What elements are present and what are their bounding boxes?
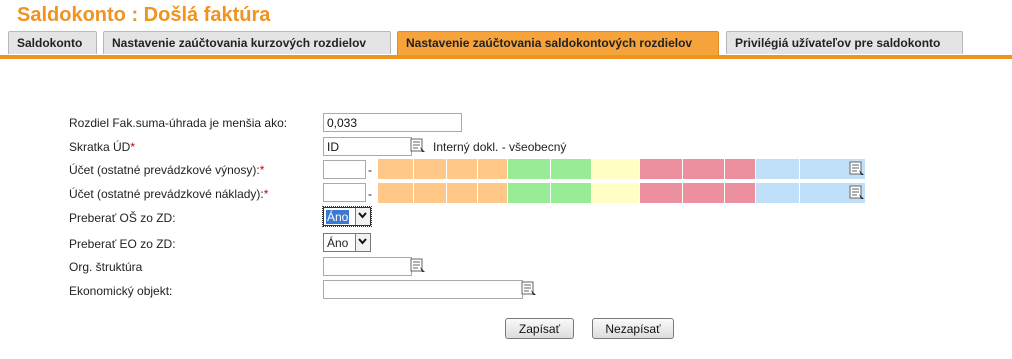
save-button[interactable]: Zapísať bbox=[505, 318, 574, 339]
lookup-icon[interactable] bbox=[410, 258, 426, 274]
acc-expense-segments bbox=[378, 183, 866, 203]
eko-object-input[interactable] bbox=[323, 280, 523, 299]
os-select-value: Áno bbox=[326, 210, 350, 224]
tab-underline bbox=[0, 55, 1012, 59]
eko-label: Ekonomický objekt: bbox=[69, 284, 173, 298]
eo-select[interactable]: Áno bbox=[323, 233, 371, 252]
segment-orange[interactable] bbox=[447, 159, 478, 179]
acc-expense-label: Účet (ostatné prevádzkové náklady):* bbox=[69, 187, 269, 201]
tab-saldokontove-rozdiely[interactable]: Nastavenie zaúčtovania saldokontových ro… bbox=[397, 31, 719, 56]
chevron-down-icon[interactable] bbox=[355, 234, 370, 251]
acc-income-prefix-input[interactable] bbox=[323, 160, 366, 179]
segment-yellow[interactable] bbox=[592, 159, 640, 179]
lookup-icon[interactable] bbox=[849, 185, 865, 201]
segment-orange[interactable] bbox=[478, 159, 508, 179]
lookup-icon[interactable] bbox=[521, 281, 537, 297]
os-select[interactable]: Áno bbox=[322, 206, 372, 227]
segment-pink[interactable] bbox=[640, 159, 683, 179]
dash-separator: - bbox=[368, 163, 372, 177]
segment-orange[interactable] bbox=[414, 183, 447, 203]
acc-expense-prefix-input[interactable] bbox=[323, 183, 366, 202]
tab-saldokonto[interactable]: Saldokonto bbox=[8, 31, 97, 54]
chevron-down-icon[interactable] bbox=[355, 208, 370, 225]
required-mark: * bbox=[259, 163, 265, 177]
segment-yellow[interactable] bbox=[592, 183, 640, 203]
segment-pink[interactable] bbox=[725, 159, 756, 179]
doc-label: Skratka ÚD* bbox=[69, 140, 136, 154]
dash-separator: - bbox=[368, 187, 372, 201]
segment-green[interactable] bbox=[508, 159, 551, 179]
segment-green[interactable] bbox=[551, 159, 592, 179]
segment-orange[interactable] bbox=[378, 159, 414, 179]
tab-kurzove-rozdiely[interactable]: Nastavenie zaúčtovania kurzových rozdiel… bbox=[103, 31, 391, 54]
lookup-icon[interactable] bbox=[410, 138, 426, 154]
segment-pink[interactable] bbox=[683, 183, 725, 203]
diff-input[interactable] bbox=[323, 113, 462, 132]
segment-orange[interactable] bbox=[478, 183, 508, 203]
eo-label: Preberať EO zo ZD: bbox=[69, 237, 176, 251]
acc-income-label: Účet (ostatné prevádzkové výnosy):* bbox=[69, 163, 265, 177]
tab-bar: Saldokonto Nastavenie zaúčtovania kurzov… bbox=[0, 31, 1012, 56]
os-label: Preberať OŠ zo ZD: bbox=[69, 211, 176, 225]
segment-orange[interactable] bbox=[378, 183, 414, 203]
org-structure-input[interactable] bbox=[323, 257, 412, 276]
lookup-icon[interactable] bbox=[849, 161, 865, 177]
doc-description: Interný dokl. - všeobecný bbox=[433, 140, 567, 154]
cancel-button[interactable]: Nezapísať bbox=[592, 318, 674, 339]
segment-orange[interactable] bbox=[447, 183, 478, 203]
segment-green[interactable] bbox=[508, 183, 551, 203]
segment-pink[interactable] bbox=[683, 159, 725, 179]
acc-income-segments bbox=[378, 159, 866, 179]
segment-orange[interactable] bbox=[414, 159, 447, 179]
doc-code-input[interactable] bbox=[323, 137, 412, 156]
eo-select-value: Áno bbox=[327, 236, 349, 250]
segment-green[interactable] bbox=[551, 183, 592, 203]
segment-pink[interactable] bbox=[725, 183, 756, 203]
segment-blue[interactable] bbox=[756, 183, 800, 203]
diff-label: Rozdiel Fak.suma-úhrada je menšia ako: bbox=[69, 116, 288, 130]
segment-blue[interactable] bbox=[756, 159, 800, 179]
org-label: Org. štruktúra bbox=[69, 260, 143, 274]
segment-pink[interactable] bbox=[640, 183, 683, 203]
page-title: Saldokonto : Došlá faktúra bbox=[17, 4, 271, 26]
required-mark: * bbox=[130, 140, 136, 154]
tab-privilegia[interactable]: Privilégiá užívateľov pre saldokonto bbox=[726, 31, 963, 54]
required-mark: * bbox=[263, 187, 269, 201]
